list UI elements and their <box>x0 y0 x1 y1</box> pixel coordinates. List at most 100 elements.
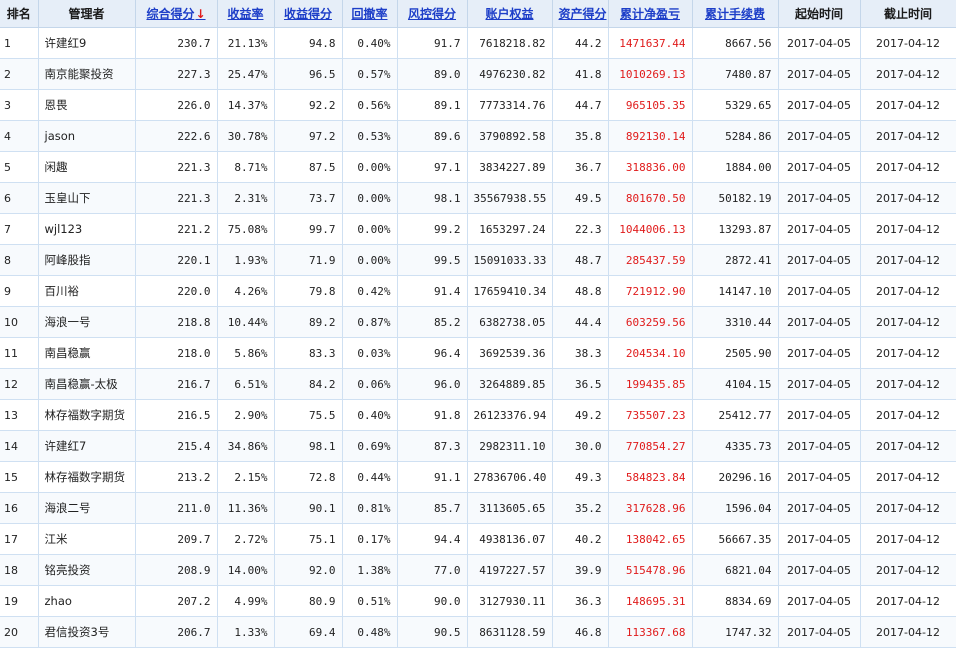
sort-return-score-header[interactable]: 收益得分 <box>274 0 343 28</box>
asset-score: 49.3 <box>552 461 609 493</box>
sort-asset-score-header[interactable]: 资产得分 <box>552 0 609 28</box>
rank-cell: 3 <box>0 89 39 121</box>
drawdown-rate: 0.06% <box>342 368 398 400</box>
account-equity: 3692539.36 <box>467 337 553 369</box>
risk-score: 96.0 <box>397 368 468 400</box>
table-row: 20 君信投资3号 206.7 1.33% 69.4 0.48% 90.5 8631128.5… <box>0 616 956 648</box>
return-rate: 8.71% <box>217 151 275 183</box>
sort-drawdown-header[interactable]: 回撤率 <box>342 0 398 28</box>
return-rate: 34.86% <box>217 430 275 462</box>
net-pnl: 603259.56 <box>608 306 693 338</box>
rank-cell: 17 <box>0 523 39 555</box>
rank-cell: 15 <box>0 461 39 493</box>
composite-score: 207.2 <box>135 585 218 617</box>
start-time: 2017-04-05 <box>778 368 861 400</box>
account-equity: 6382738.05 <box>467 306 553 338</box>
total-fees: 3310.44 <box>692 306 779 338</box>
composite-score: 218.0 <box>135 337 218 369</box>
account-equity: 3790892.58 <box>467 120 553 152</box>
rank-cell: 10 <box>0 306 39 338</box>
table-row: 11 南昌稳赢 218.0 5.86% 83.3 0.03% 96.4 3692539.36 3… <box>0 337 956 369</box>
total-fees: 25412.77 <box>692 399 779 431</box>
composite-score: 230.7 <box>135 27 218 59</box>
table-row: 1 许建红9 230.7 21.13% 94.8 0.40% 91.7 7618218.82 4… <box>0 27 956 59</box>
table-row: 14 许建红7 215.4 34.86% 98.1 0.69% 87.3 2982311.10… <box>0 430 956 462</box>
asset-score: 35.2 <box>552 492 609 524</box>
end-time: 2017-04-12 <box>860 430 956 462</box>
net-pnl: 721912.90 <box>608 275 693 307</box>
risk-score: 91.4 <box>397 275 468 307</box>
manager-name: zhao <box>38 585 136 617</box>
start-time: 2017-04-05 <box>778 275 861 307</box>
sort-fees-header[interactable]: 累计手续费 <box>692 0 779 28</box>
header-row: 排名 管理者 综合得分↓ 收益率 收益得分 回撤率 风控得分 账户权益 资产得分… <box>0 0 956 28</box>
composite-score: 220.0 <box>135 275 218 307</box>
net-pnl: 1010269.13 <box>608 58 693 90</box>
manager-name: wjl123 <box>38 213 136 245</box>
account-equity: 7618218.82 <box>467 27 553 59</box>
table-row: 3 恩畏 226.0 14.37% 92.2 0.56% 89.1 7773314.76 44.… <box>0 89 956 121</box>
return-score: 96.5 <box>274 58 343 90</box>
total-fees: 8834.69 <box>692 585 779 617</box>
net-pnl: 148695.31 <box>608 585 693 617</box>
composite-score: 222.6 <box>135 120 218 152</box>
risk-score: 89.1 <box>397 89 468 121</box>
net-pnl: 204534.10 <box>608 337 693 369</box>
end-time: 2017-04-12 <box>860 306 956 338</box>
table-row: 16 海浪二号 211.0 11.36% 90.1 0.81% 85.7 3113605.65… <box>0 492 956 524</box>
asset-score: 30.0 <box>552 430 609 462</box>
sort-net-pnl-header[interactable]: 累计净盈亏 <box>608 0 693 28</box>
asset-score: 36.3 <box>552 585 609 617</box>
end-time: 2017-04-12 <box>860 492 956 524</box>
asset-score: 49.5 <box>552 182 609 214</box>
total-fees: 14147.10 <box>692 275 779 307</box>
return-rate: 30.78% <box>217 120 275 152</box>
net-pnl: 584823.84 <box>608 461 693 493</box>
manager-name: 南昌稳赢 <box>38 337 136 369</box>
account-equity: 15091033.33 <box>467 244 553 276</box>
drawdown-rate: 0.87% <box>342 306 398 338</box>
composite-score: 218.8 <box>135 306 218 338</box>
start-time: 2017-04-05 <box>778 58 861 90</box>
drawdown-rate: 0.57% <box>342 58 398 90</box>
start-time: 2017-04-05 <box>778 27 861 59</box>
drawdown-rate: 0.51% <box>342 585 398 617</box>
drawdown-rate: 0.44% <box>342 461 398 493</box>
manager-name: 林存福数字期货 <box>38 399 136 431</box>
sort-composite-score-header[interactable]: 综合得分↓ <box>135 0 218 28</box>
table-row: 19 zhao 207.2 4.99% 80.9 0.51% 90.0 3127930.11 3… <box>0 585 956 617</box>
sort-risk-score-header[interactable]: 风控得分 <box>397 0 468 28</box>
account-equity: 17659410.34 <box>467 275 553 307</box>
return-score: 73.7 <box>274 182 343 214</box>
asset-score: 36.7 <box>552 151 609 183</box>
net-pnl: 138042.65 <box>608 523 693 555</box>
end-time: 2017-04-12 <box>860 399 956 431</box>
composite-score: 220.1 <box>135 244 218 276</box>
return-rate: 1.93% <box>217 244 275 276</box>
table-row: 18 铭亮投资 208.9 14.00% 92.0 1.38% 77.0 4197227.57… <box>0 554 956 586</box>
rank-cell: 12 <box>0 368 39 400</box>
manager-name: 百川裕 <box>38 275 136 307</box>
table-row: 2 南京能聚投资 227.3 25.47% 96.5 0.57% 89.0 4976230.8… <box>0 58 956 90</box>
return-rate: 2.90% <box>217 399 275 431</box>
manager-name: 阿峰股指 <box>38 244 136 276</box>
return-score: 92.2 <box>274 89 343 121</box>
return-score: 89.2 <box>274 306 343 338</box>
rank-cell: 8 <box>0 244 39 276</box>
return-score: 92.0 <box>274 554 343 586</box>
start-time: 2017-04-05 <box>778 89 861 121</box>
return-score: 75.5 <box>274 399 343 431</box>
return-rate: 21.13% <box>217 27 275 59</box>
risk-score: 91.1 <box>397 461 468 493</box>
risk-score: 94.4 <box>397 523 468 555</box>
net-pnl: 1471637.44 <box>608 27 693 59</box>
table-row: 5 闲趣 221.3 8.71% 87.5 0.00% 97.1 3834227.89 36.7… <box>0 151 956 183</box>
asset-score: 46.8 <box>552 616 609 648</box>
start-time: 2017-04-05 <box>778 213 861 245</box>
sort-return-rate-header[interactable]: 收益率 <box>217 0 275 28</box>
return-score: 84.2 <box>274 368 343 400</box>
rank-cell: 20 <box>0 616 39 648</box>
account-equity: 26123376.94 <box>467 399 553 431</box>
drawdown-rate: 0.40% <box>342 27 398 59</box>
sort-equity-header[interactable]: 账户权益 <box>467 0 553 28</box>
